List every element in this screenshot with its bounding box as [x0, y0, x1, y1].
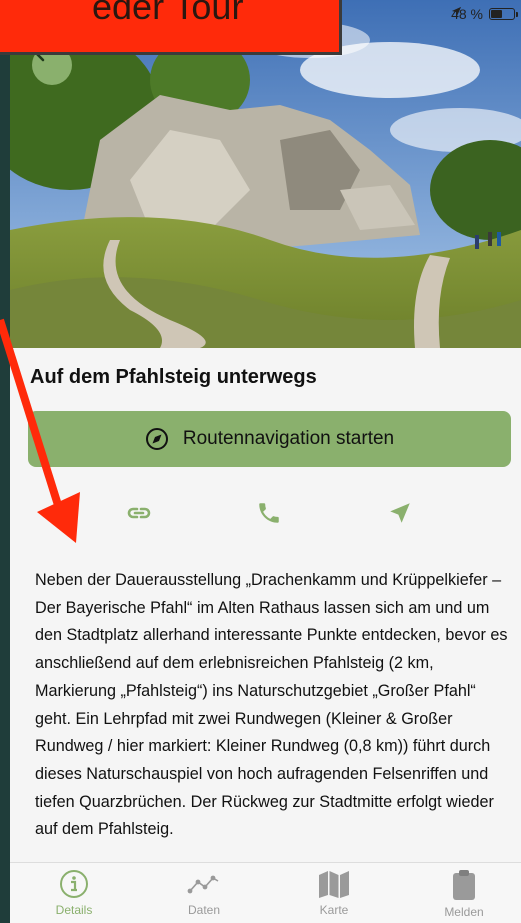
tab-karte[interactable]: Karte	[284, 869, 384, 917]
chart-line-icon	[187, 875, 219, 894]
map-icon	[319, 871, 349, 898]
info-icon	[60, 870, 88, 898]
status-bar: 48 %	[451, 6, 518, 22]
overlay-text: eder Tour	[92, 0, 244, 27]
tab-bar: Details Daten Karte Melden	[10, 862, 521, 923]
description-text: Neben der Dauerausstellung „Drachenkamm …	[35, 571, 508, 839]
tab-label: Details	[55, 903, 93, 917]
tab-details[interactable]: Details	[24, 869, 124, 917]
battery-icon	[489, 8, 518, 20]
location-arrow-icon	[451, 6, 462, 17]
tab-melden[interactable]: Melden	[414, 869, 514, 919]
detail-screen: 48 % Auf dem Pfahlsteig unterwegs Routen…	[10, 0, 521, 923]
location-arrow-icon[interactable]	[385, 498, 415, 528]
clipboard-icon	[453, 870, 475, 900]
tab-label: Daten	[187, 903, 221, 917]
route-navigation-button[interactable]: Routennavigation starten	[28, 411, 511, 467]
tab-daten[interactable]: Daten	[154, 869, 254, 917]
tab-label: Melden	[444, 905, 484, 919]
overlay-label: eder Tour	[0, 0, 342, 55]
page-title: Auf dem Pfahlsteig unterwegs	[30, 366, 317, 388]
phone-icon[interactable]	[254, 498, 284, 528]
action-icons	[10, 498, 521, 528]
route-button-label: Routennavigation starten	[182, 428, 395, 449]
navigation-icon	[145, 428, 168, 450]
link-icon[interactable]	[124, 498, 154, 528]
tab-label: Karte	[319, 903, 349, 917]
